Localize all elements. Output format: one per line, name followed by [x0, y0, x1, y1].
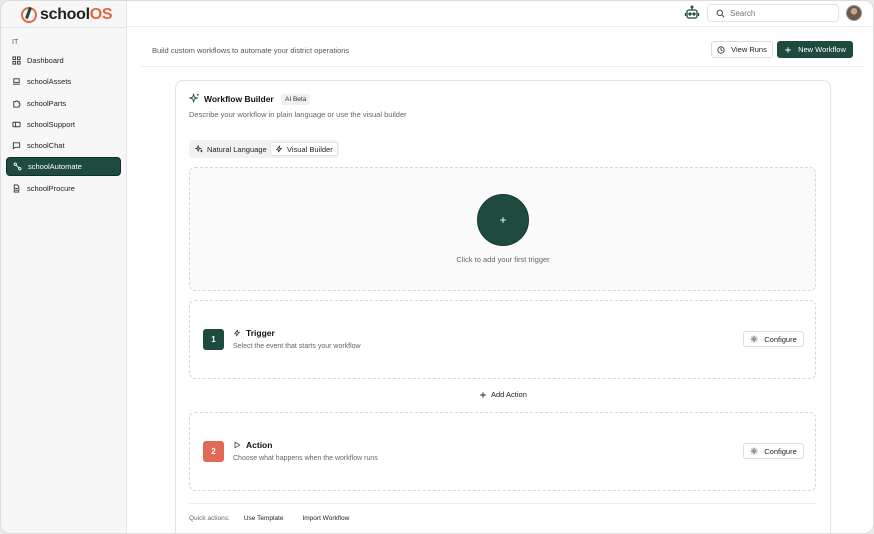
ai-beta-badge: AI Beta	[281, 94, 311, 105]
user-avatar[interactable]	[846, 5, 862, 21]
sidebar-item-label: schoolProcure	[27, 183, 75, 193]
step-number-badge: 1	[203, 329, 224, 350]
clock-icon	[717, 45, 725, 54]
gear-icon	[750, 335, 758, 343]
new-workflow-label: New Workflow	[798, 45, 846, 54]
header-divider	[141, 66, 865, 67]
sparkles-icon	[189, 93, 199, 104]
add-action-button[interactable]: Add Action	[479, 390, 527, 399]
action-step-card[interactable]: 2 Action Choose what happens when the wo…	[189, 412, 816, 491]
logo-mark-icon	[21, 7, 37, 23]
trigger-step-card[interactable]: 1 Trigger Select the event that starts y…	[189, 300, 816, 379]
play-icon	[234, 441, 241, 449]
laptop-icon	[12, 77, 21, 86]
builder-mode-toggle: Natural Language Visual Builder	[189, 140, 339, 158]
sparkles-icon	[195, 145, 203, 153]
add-trigger-label: Click to add your first trigger	[456, 255, 550, 264]
chat-icon	[12, 141, 21, 150]
sidebar-item-schoolparts[interactable]: schoolParts	[6, 94, 121, 113]
sidebar-item-schoolsupport[interactable]: schoolSupport	[6, 115, 121, 134]
gear-icon	[750, 447, 758, 455]
sidebar-item-schoolassets[interactable]: schoolAssets	[6, 72, 121, 91]
builder-description: Describe your workflow in plain language…	[189, 110, 407, 119]
quick-actions: Quick actions: Use Template Import Workf…	[189, 515, 354, 522]
logo[interactable]: schoolOS	[21, 5, 113, 25]
builder-title: Workflow Builder	[204, 94, 274, 104]
configure-trigger-button[interactable]: Configure	[743, 331, 804, 347]
ticket-icon	[12, 120, 21, 129]
step-title: Action	[233, 440, 272, 450]
search-box[interactable]	[707, 4, 839, 22]
sidebar-nav: Dashboard schoolAssets schoolParts schoo…	[6, 51, 121, 200]
step-description: Select the event that starts your workfl…	[233, 343, 361, 350]
search-icon	[716, 9, 725, 17]
search-input[interactable]	[730, 8, 830, 18]
app-window: schoolOS IT Dashboard schoolAssets schoo…	[0, 0, 874, 534]
sidebar: schoolOS IT Dashboard schoolAssets schoo…	[1, 1, 127, 533]
page-subtitle: Build custom workflows to automate your …	[152, 46, 350, 55]
lightning-icon	[275, 145, 283, 153]
use-template-button[interactable]: Use Template	[239, 515, 289, 522]
quick-actions-label: Quick actions:	[189, 515, 230, 522]
sidebar-item-schoolchat[interactable]: schoolChat	[6, 136, 121, 155]
logo-text: schoolOS	[40, 6, 113, 23]
puzzle-icon	[12, 99, 21, 108]
grid-icon	[12, 56, 21, 65]
step-description: Choose what happens when the workflow ru…	[233, 455, 378, 462]
view-runs-button[interactable]: View Runs	[711, 41, 773, 58]
step-number-badge: 2	[203, 441, 224, 462]
mode-natural-language-label: Natural Language	[207, 144, 267, 154]
import-workflow-button[interactable]: Import Workflow	[297, 515, 354, 522]
topbar	[127, 1, 873, 27]
sidebar-item-schoolautomate[interactable]: schoolAutomate	[6, 157, 121, 177]
step-title: Trigger	[233, 328, 275, 338]
sidebar-item-label: schoolSupport	[27, 119, 75, 129]
mode-natural-language[interactable]: Natural Language	[195, 142, 267, 156]
add-trigger-button[interactable]: +	[477, 194, 529, 246]
quick-actions-divider	[189, 503, 816, 504]
workflow-icon	[13, 162, 22, 171]
sidebar-item-dashboard[interactable]: Dashboard	[6, 51, 121, 70]
new-workflow-button[interactable]: New Workflow	[777, 41, 853, 58]
sidebar-item-schoolprocure[interactable]: schoolProcure	[6, 179, 121, 198]
mode-visual-builder-label: Visual Builder	[287, 144, 333, 154]
sidebar-item-label: schoolAssets	[27, 77, 72, 87]
ai-assistant-robot-icon[interactable]	[684, 5, 700, 21]
configure-action-button[interactable]: Configure	[743, 443, 804, 459]
sidebar-section-label: IT	[12, 39, 19, 46]
sidebar-divider	[1, 27, 127, 28]
mode-visual-builder[interactable]: Visual Builder	[270, 142, 338, 156]
lightning-icon	[233, 329, 241, 337]
view-runs-label: View Runs	[731, 45, 767, 54]
plus-icon	[480, 391, 486, 398]
sidebar-item-label: schoolParts	[27, 98, 67, 108]
sidebar-item-label: schoolAutomate	[28, 162, 82, 172]
plus-icon	[785, 46, 791, 53]
sidebar-item-label: Dashboard	[27, 56, 64, 65]
sidebar-item-label: schoolChat	[27, 141, 65, 151]
document-icon	[12, 184, 21, 193]
